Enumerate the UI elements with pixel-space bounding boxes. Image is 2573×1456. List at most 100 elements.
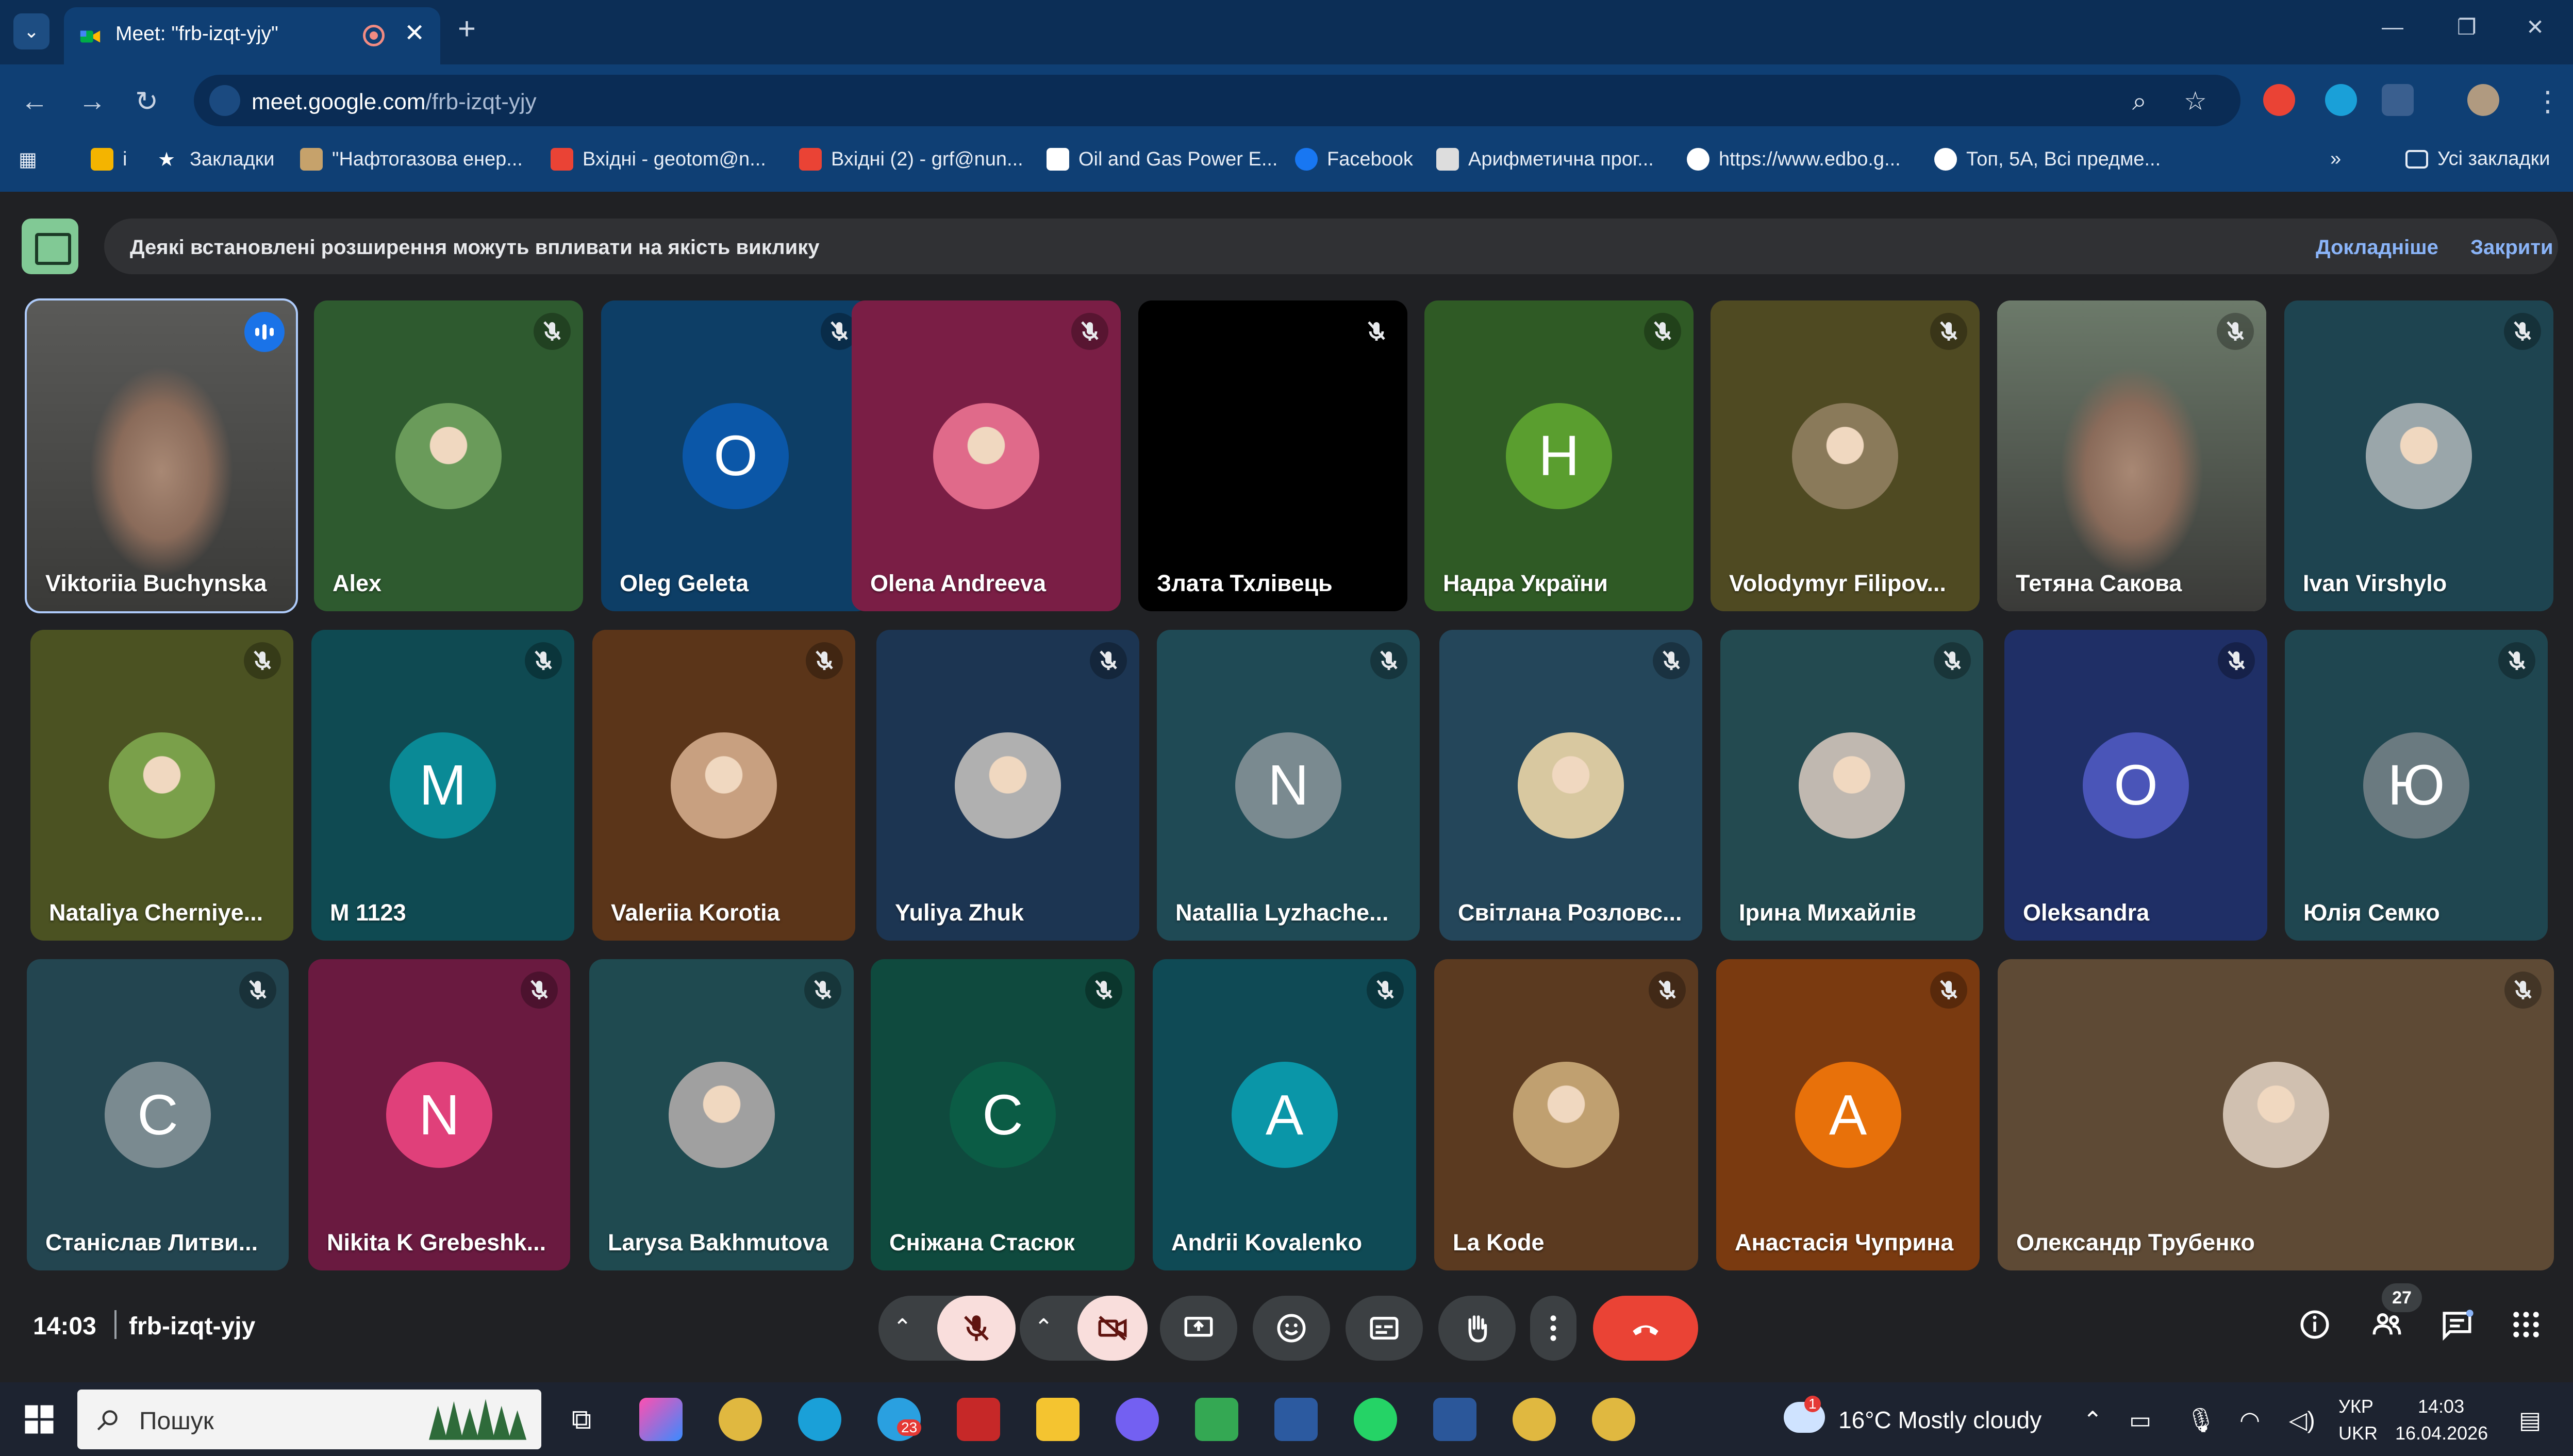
participant-tile[interactable]: Олександр Трубенко xyxy=(1998,959,2554,1270)
apps-grid-icon[interactable]: ▦ xyxy=(19,148,37,171)
notifications-icon[interactable]: ▤ xyxy=(2519,1406,2541,1434)
bookmark-item[interactable]: Вхідні (2) - grf@nun... xyxy=(799,148,1023,171)
lang-indicator-top[interactable]: УКР xyxy=(2338,1396,2373,1417)
chevron-up-icon[interactable]: ⌃ xyxy=(1034,1314,1053,1341)
participant-tile[interactable]: Світлана Розловс... xyxy=(1439,630,1702,941)
participant-tile[interactable]: H Надра України xyxy=(1424,300,1694,611)
chrome-profile-icon[interactable] xyxy=(1592,1398,1635,1441)
mic-toggle-button[interactable] xyxy=(937,1296,1016,1361)
reload-icon[interactable]: ↻ xyxy=(135,85,158,118)
chat-button[interactable] xyxy=(2436,1304,2478,1345)
participant-tile[interactable]: Ю Юлія Семко xyxy=(2285,630,2548,941)
bookmark-item[interactable]: Oil and Gas Power E... xyxy=(1047,148,1278,171)
participant-tile[interactable]: A Andrii Kovalenko xyxy=(1153,959,1416,1270)
extensions-puzzle-icon[interactable] xyxy=(2382,84,2414,116)
show-hidden-icons[interactable]: ⌃ xyxy=(2083,1406,2103,1434)
participant-tile[interactable]: Larysa Bakhmutova xyxy=(589,959,854,1270)
task-view-icon[interactable]: ⧉ xyxy=(560,1398,603,1441)
whatsapp-app-icon[interactable] xyxy=(1354,1398,1397,1441)
more-bookmarks-icon[interactable]: » xyxy=(2330,148,2341,170)
save-app-icon[interactable] xyxy=(1274,1398,1318,1441)
zoom-icon[interactable]: ⌕ xyxy=(2132,86,2147,116)
participant-tile[interactable]: Volodymyr Filipov... xyxy=(1711,300,1980,611)
participant-tile[interactable]: M M 1123 xyxy=(311,630,574,941)
menu-dots-icon[interactable]: ⋮ xyxy=(2534,85,2562,118)
viber-app-icon[interactable] xyxy=(1116,1398,1159,1441)
forward-icon[interactable]: → xyxy=(78,85,106,117)
bookmark-item[interactable]: Вхідні - geotom@n... xyxy=(551,148,766,171)
participant-tile[interactable]: N Natallia Lyzhache... xyxy=(1157,630,1420,941)
participant-tile[interactable]: Ірина Михайлів xyxy=(1720,630,1983,941)
camera-toggle-button[interactable] xyxy=(1077,1296,1148,1361)
participant-tile[interactable]: O Oleksandra xyxy=(2004,630,2267,941)
windows-start-icon[interactable] xyxy=(24,1404,55,1435)
participant-tile[interactable]: Тетяна Сакова xyxy=(1997,300,2266,611)
tab-meet[interactable]: Meet: "frb-izqt-yjy" ✕ xyxy=(64,7,440,64)
captions-button[interactable] xyxy=(1346,1296,1423,1361)
leave-call-button[interactable] xyxy=(1593,1296,1698,1361)
activities-button[interactable] xyxy=(2505,1304,2547,1345)
meeting-details-button[interactable] xyxy=(2294,1304,2335,1345)
participant-tile[interactable]: Olena Andreeva xyxy=(852,300,1121,611)
bookmark-item[interactable]: Facebook xyxy=(1295,148,1413,171)
present-button[interactable] xyxy=(1160,1296,1237,1361)
taskbar-date[interactable]: 16.04.2026 xyxy=(2395,1422,2488,1444)
close-window-icon[interactable]: ✕ xyxy=(2526,14,2544,40)
lang-indicator-bottom[interactable]: UKR xyxy=(2338,1422,2378,1444)
minimize-icon[interactable]: — xyxy=(2382,14,2403,39)
bookmark-item[interactable]: "Нафтогазова енер... xyxy=(300,148,523,171)
extension-icon[interactable] xyxy=(2325,84,2357,116)
participant-tile[interactable]: Ivan Virshylo xyxy=(2284,300,2553,611)
more-options-button[interactable] xyxy=(1530,1296,1576,1361)
participant-tile[interactable]: Злата Тхлівець xyxy=(1138,300,1407,611)
back-icon[interactable]: ← xyxy=(21,85,48,117)
participant-tile[interactable]: C Станіслав Литви... xyxy=(27,959,289,1270)
microphone-icon[interactable]: 🎙 xyxy=(2186,1406,2216,1434)
participant-tile[interactable]: Valeriia Korotia xyxy=(592,630,855,941)
chrome-profile-icon[interactable] xyxy=(1513,1398,1556,1441)
bookmark-item[interactable]: і xyxy=(91,148,127,171)
taskbar-time[interactable]: 14:03 xyxy=(2418,1396,2464,1417)
bookmark-item[interactable]: https://www.edbo.g... xyxy=(1687,148,1901,171)
profile-avatar[interactable] xyxy=(2467,84,2499,116)
weather-text[interactable]: 16°C Mostly cloudy xyxy=(1838,1406,2041,1434)
address-bar[interactable]: meet.google.com/frb-izqt-yjy ⌕ ☆ xyxy=(194,75,2240,126)
all-bookmarks[interactable]: Усі закладки xyxy=(2405,148,2550,170)
participant-tile[interactable]: C Сніжана Стасюк xyxy=(871,959,1135,1270)
participant-tile[interactable]: O Oleg Geleta xyxy=(601,300,870,611)
copilot-icon[interactable] xyxy=(639,1398,683,1441)
learn-more-link[interactable]: Докладніше xyxy=(2316,236,2438,259)
pdf-app-icon[interactable] xyxy=(957,1398,1000,1441)
close-notice-link[interactable]: Закрити xyxy=(2470,236,2553,259)
edge-app-icon[interactable] xyxy=(798,1398,841,1441)
participant-tile[interactable]: Yuliya Zhuk xyxy=(876,630,1139,941)
extension-icon[interactable] xyxy=(2263,84,2295,116)
tab-close-icon[interactable]: ✕ xyxy=(404,19,425,47)
volume-icon[interactable]: ◁) xyxy=(2289,1406,2315,1434)
wifi-icon[interactable]: ◠ xyxy=(2239,1406,2260,1434)
participant-tile[interactable]: Alex xyxy=(314,300,583,611)
raise-hand-button[interactable] xyxy=(1438,1296,1516,1361)
people-button[interactable] xyxy=(2366,1304,2408,1345)
bookmark-star-icon[interactable]: ☆ xyxy=(2184,86,2207,116)
participant-tile[interactable]: Viktoriia Buchynska xyxy=(25,298,298,613)
participant-tile[interactable]: N Nikita K Grebeshk... xyxy=(308,959,570,1270)
tab-search-button[interactable]: ⌄ xyxy=(13,13,49,49)
participant-tile[interactable]: A Анастасія Чуприна xyxy=(1716,959,1980,1270)
bookmark-item[interactable]: Арифметична прог... xyxy=(1436,148,1654,171)
word-app-icon[interactable] xyxy=(1433,1398,1476,1441)
new-tab-button[interactable]: + xyxy=(458,13,476,44)
bookmark-item[interactable]: Топ, 5А, Всі предме... xyxy=(1934,148,2161,171)
participant-tile[interactable]: La Kode xyxy=(1434,959,1698,1270)
file-explorer-icon[interactable] xyxy=(1036,1398,1080,1441)
taskbar-search[interactable]: Пошук xyxy=(77,1390,541,1449)
meet-app-icon[interactable] xyxy=(1195,1398,1238,1441)
participant-tile[interactable]: Nataliya Cherniye... xyxy=(30,630,293,941)
chrome-app-icon[interactable] xyxy=(719,1398,762,1441)
chevron-up-icon[interactable]: ⌃ xyxy=(893,1314,912,1341)
site-info-icon[interactable] xyxy=(209,85,240,116)
battery-icon[interactable]: ▭ xyxy=(2129,1406,2151,1434)
reactions-button[interactable] xyxy=(1253,1296,1330,1361)
restore-icon[interactable]: ❐ xyxy=(2457,14,2477,40)
bookmark-item[interactable]: ★ Закладки xyxy=(158,148,274,171)
